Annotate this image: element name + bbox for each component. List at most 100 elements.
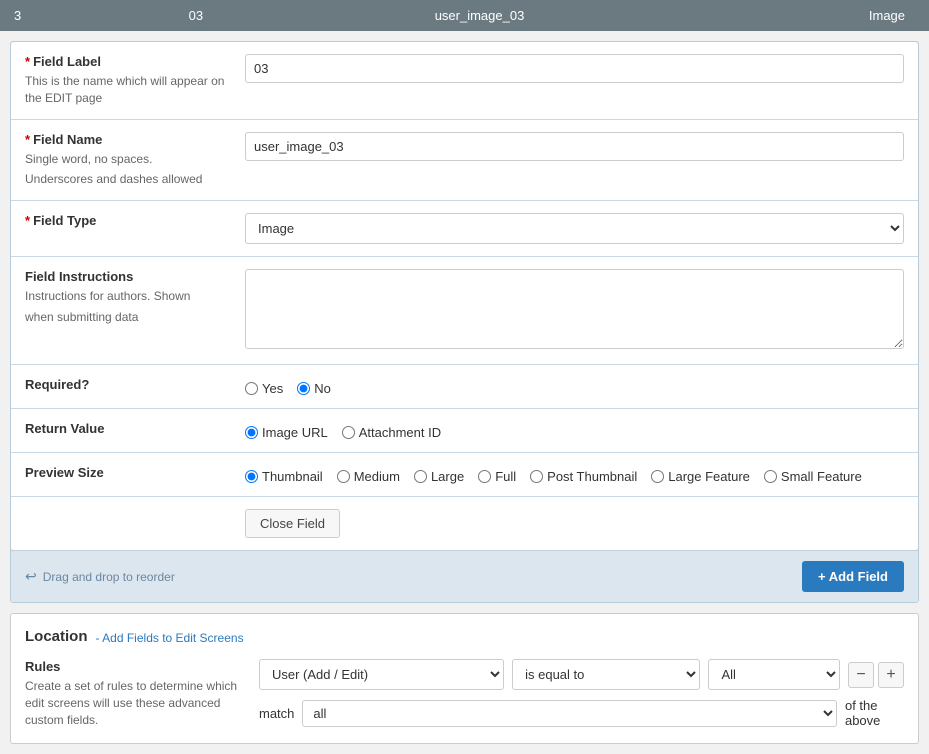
match-suffix: of the above	[845, 698, 904, 728]
rules-input-col: User (Add / Edit) is equal to All − + ma…	[259, 659, 904, 728]
field-instructions-desc2: when submitting data	[25, 309, 229, 326]
rules-title: Rules	[25, 659, 245, 674]
field-name-input-col	[245, 132, 904, 189]
field-header-row: 3 03 user_image_03 Image	[0, 0, 929, 31]
field-instructions-input-col	[245, 269, 904, 352]
return-image-url-label[interactable]: Image URL	[245, 425, 328, 440]
preview-size-title: Preview Size	[25, 465, 229, 480]
preview-medium-radio[interactable]	[337, 470, 350, 483]
location-body: Rules Create a set of rules to determine…	[25, 659, 904, 728]
preview-post-thumbnail-label[interactable]: Post Thumbnail	[530, 469, 637, 484]
preview-large-label[interactable]: Large	[414, 469, 464, 484]
field-name-title: *Field Name	[25, 132, 229, 147]
required-column: Required?	[25, 377, 245, 396]
return-attachment-id-label[interactable]: Attachment ID	[342, 425, 441, 440]
required-star-3: *	[25, 213, 30, 228]
preview-medium-label[interactable]: Medium	[337, 469, 400, 484]
field-instructions-column: Field Instructions Instructions for auth…	[25, 269, 245, 352]
preview-size-radio-group: Thumbnail Medium Large Full Post Thumbna…	[245, 465, 904, 484]
rules-btn-group: − +	[848, 662, 904, 688]
preview-large-feature-radio[interactable]	[651, 470, 664, 483]
rules-select-2[interactable]: is equal to	[512, 659, 700, 690]
field-type-title: *Field Type	[25, 213, 229, 228]
return-value-title: Return Value	[25, 421, 229, 436]
close-field-label-col	[25, 509, 245, 538]
field-label-desc: This is the name which will appear on th…	[25, 73, 229, 107]
location-title: Location	[25, 628, 88, 645]
field-type-column: *Field Type	[25, 213, 245, 244]
close-field-row: Close Field	[11, 497, 918, 550]
field-name-input[interactable]	[245, 132, 904, 161]
preview-small-feature-label[interactable]: Small Feature	[764, 469, 862, 484]
preview-full-radio[interactable]	[478, 470, 491, 483]
required-row: Required? Yes No	[11, 365, 918, 409]
location-header: Location - Add Fields to Edit Screens	[25, 628, 904, 647]
field-instructions-row: Field Instructions Instructions for auth…	[11, 257, 918, 365]
field-instructions-textarea[interactable]	[245, 269, 904, 349]
preview-size-column: Preview Size	[25, 465, 245, 484]
match-label: match	[259, 706, 294, 721]
field-key: user_image_03	[338, 8, 622, 23]
preview-thumbnail-label[interactable]: Thumbnail	[245, 469, 323, 484]
rules-desc: Create a set of rules to determine which…	[25, 678, 245, 728]
required-yes-label[interactable]: Yes	[245, 381, 283, 396]
field-label-input[interactable]	[245, 54, 904, 83]
field-type-header: Image	[621, 8, 915, 23]
required-star: *	[25, 54, 30, 69]
rules-remove-button[interactable]: −	[848, 662, 874, 688]
required-no-radio[interactable]	[297, 382, 310, 395]
preview-thumbnail-radio[interactable]	[245, 470, 258, 483]
required-no-label[interactable]: No	[297, 381, 331, 396]
field-instructions-desc1: Instructions for authors. Shown	[25, 288, 229, 305]
required-radio-group: Yes No	[245, 377, 904, 396]
field-number: 3	[14, 8, 54, 23]
field-name-desc1: Single word, no spaces.	[25, 151, 229, 168]
preview-size-row: Preview Size Thumbnail Medium Large	[11, 453, 918, 497]
location-subtitle: - Add Fields to Edit Screens	[96, 631, 244, 645]
field-label-title: *Field Label	[25, 54, 229, 69]
rules-label-col: Rules Create a set of rules to determine…	[25, 659, 245, 728]
required-yes-radio[interactable]	[245, 382, 258, 395]
field-id: 03	[54, 8, 338, 23]
field-instructions-title: Field Instructions	[25, 269, 229, 284]
field-type-select[interactable]: Image Text Textarea Select Checkbox Radi…	[245, 213, 904, 244]
match-select[interactable]: all any	[302, 700, 837, 727]
field-label-row: *Field Label This is the name which will…	[11, 42, 918, 120]
preview-large-radio[interactable]	[414, 470, 427, 483]
rules-row: User (Add / Edit) is equal to All − +	[259, 659, 904, 690]
rules-add-button[interactable]: +	[878, 662, 904, 688]
drag-icon: ↩	[25, 568, 37, 585]
required-title: Required?	[25, 377, 229, 392]
return-value-input-col: Image URL Attachment ID	[245, 421, 904, 440]
field-name-desc2: Underscores and dashes allowed	[25, 171, 229, 188]
return-value-row: Return Value Image URL Attachment ID	[11, 409, 918, 453]
location-section: Location - Add Fields to Edit Screens Ru…	[10, 613, 919, 743]
preview-small-feature-radio[interactable]	[764, 470, 777, 483]
close-field-button[interactable]: Close Field	[245, 509, 340, 538]
preview-post-thumbnail-radio[interactable]	[530, 470, 543, 483]
field-name-column: *Field Name Single word, no spaces. Unde…	[25, 132, 245, 189]
rules-select-1[interactable]: User (Add / Edit)	[259, 659, 504, 690]
field-card-footer: ↩ Drag and drop to reorder + Add Field	[11, 550, 918, 602]
return-value-radio-group: Image URL Attachment ID	[245, 421, 904, 440]
required-star-2: *	[25, 132, 30, 147]
field-label-column: *Field Label This is the name which will…	[25, 54, 245, 107]
return-image-url-radio[interactable]	[245, 426, 258, 439]
field-name-row: *Field Name Single word, no spaces. Unde…	[11, 120, 918, 202]
rules-select-3[interactable]: All	[708, 659, 840, 690]
field-card: *Field Label This is the name which will…	[10, 41, 919, 603]
drag-reorder: ↩ Drag and drop to reorder	[25, 568, 175, 585]
required-input-col: Yes No	[245, 377, 904, 396]
preview-size-input-col: Thumbnail Medium Large Full Post Thumbna…	[245, 465, 904, 484]
preview-large-feature-label[interactable]: Large Feature	[651, 469, 750, 484]
add-field-button[interactable]: + Add Field	[802, 561, 904, 592]
field-label-input-col	[245, 54, 904, 107]
preview-full-label[interactable]: Full	[478, 469, 516, 484]
close-field-input-col: Close Field	[245, 509, 904, 538]
return-attachment-id-radio[interactable]	[342, 426, 355, 439]
return-value-column: Return Value	[25, 421, 245, 440]
drag-reorder-label: Drag and drop to reorder	[43, 570, 175, 584]
field-type-row: *Field Type Image Text Textarea Select C…	[11, 201, 918, 257]
field-type-input-col: Image Text Textarea Select Checkbox Radi…	[245, 213, 904, 244]
match-row: match all any of the above	[259, 698, 904, 728]
